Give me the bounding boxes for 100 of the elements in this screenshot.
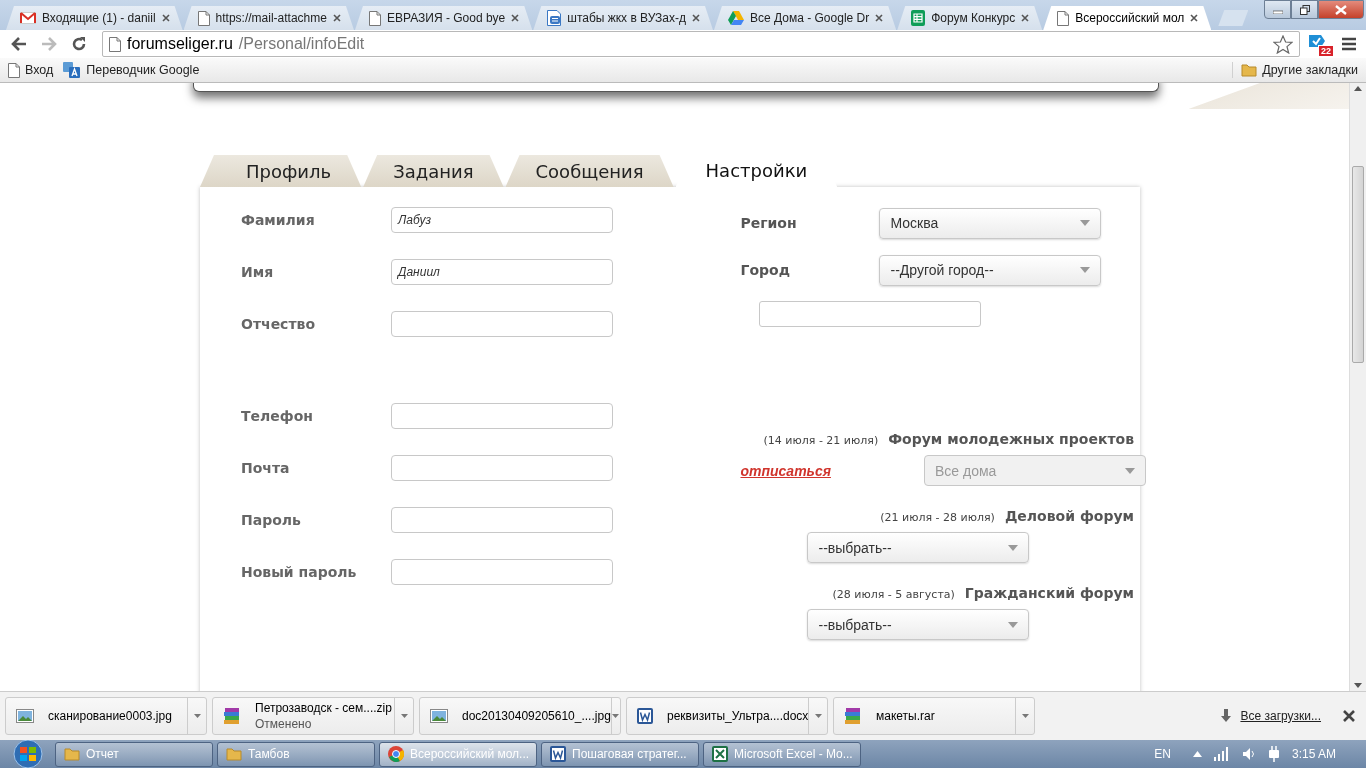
close-icon[interactable]: [511, 14, 520, 22]
download-item[interactable]: сканирование0003.jpg: [5, 697, 207, 735]
browser-tab[interactable]: Всероссийский мол: [1043, 6, 1212, 30]
input-field[interactable]: [391, 455, 613, 481]
count-badge: 22: [1318, 45, 1334, 57]
input-field[interactable]: Лабуз: [391, 207, 613, 233]
caret-icon: [1008, 621, 1019, 628]
browser-tab[interactable]: Входящие (1) - daniil: [6, 6, 183, 30]
field-label: Новый пароль: [241, 564, 358, 580]
close-icon[interactable]: [161, 14, 170, 22]
close-icon[interactable]: [1343, 710, 1355, 722]
bookmark-label: Вход: [25, 63, 54, 77]
browser-tab[interactable]: штабы жкх в ВУЗах-д: [533, 6, 713, 30]
up-arrow-icon[interactable]: [1192, 751, 1202, 757]
download-item[interactable]: макеты.rar: [833, 697, 1035, 735]
caret-icon[interactable]: [400, 714, 408, 718]
close-icon[interactable]: [875, 14, 884, 22]
all-downloads-link[interactable]: Все загрузки...: [1240, 709, 1321, 723]
address-bar[interactable]: forumseliger.ru /Personal/infoEdit: [102, 31, 1300, 57]
caret-icon[interactable]: [814, 714, 822, 718]
download-item[interactable]: реквизиты_Ультра....docx: [626, 697, 828, 735]
image-icon: [16, 708, 34, 724]
field-label: Имя: [241, 264, 275, 280]
select-field[interactable]: --выбрать--: [807, 609, 1030, 640]
image-icon: [430, 708, 448, 724]
field-label: Телефон: [241, 408, 314, 424]
word-icon: [637, 708, 653, 724]
close-icon[interactable]: [1021, 14, 1030, 22]
close-icon[interactable]: [1190, 14, 1199, 22]
bookmark[interactable]: Вход: [8, 62, 54, 78]
close-icon[interactable]: [332, 14, 341, 22]
browser-tab[interactable]: ЕВРАЗИЯ - Good bye: [354, 6, 533, 30]
spreadsheet-icon: [911, 10, 926, 26]
field-label: Фамилия: [241, 212, 316, 228]
close-icon[interactable]: [692, 14, 700, 22]
caret-icon: [1080, 220, 1091, 226]
chrome-icon: [388, 746, 404, 762]
input-field[interactable]: Даниил: [391, 259, 613, 285]
field-label: Почта: [241, 460, 291, 476]
speaker-icon[interactable]: [1241, 747, 1256, 761]
translate-icon: [63, 62, 82, 78]
mail-icon: [20, 12, 36, 24]
restore-button[interactable]: [1291, 0, 1318, 19]
caret-icon[interactable]: [193, 714, 201, 718]
select-field[interactable]: --Другой город--: [879, 254, 1102, 286]
field-label: Регион: [740, 215, 798, 231]
file-name: реквизиты_Ультра....docx: [667, 709, 809, 723]
select-field[interactable]: --выбрать--: [807, 532, 1030, 563]
download-arrow-icon: [1220, 709, 1233, 723]
reload-icon: [71, 36, 87, 52]
restore-icon: [1299, 4, 1310, 15]
file-name: макеты.rar: [876, 709, 935, 723]
up-arrow-icon[interactable]: [1354, 86, 1362, 91]
bookmark[interactable]: Переводчик Google: [63, 62, 200, 78]
scroll-thumb[interactable]: [1352, 166, 1364, 363]
browser-tab[interactable]: Все Дома - Google Dr: [714, 6, 897, 30]
close-window-button[interactable]: [1318, 0, 1364, 19]
forum-dates: (21 июля - 28 июля): [880, 511, 995, 524]
tab-title: Входящие (1) - daniil: [42, 11, 156, 25]
download-item[interactable]: Петрозаводск - сем....zip Отменено: [212, 697, 414, 735]
field-label: Отчество: [241, 316, 316, 332]
input-field[interactable]: [759, 301, 982, 327]
folder-icon: [1241, 62, 1258, 78]
select-field[interactable]: Москва: [879, 207, 1102, 239]
bookmarks-folder[interactable]: Другие закладки: [1232, 62, 1358, 78]
books-icon: [844, 707, 862, 725]
scrollbar[interactable]: [1349, 83, 1366, 691]
books-icon: [223, 707, 241, 725]
document-icon: [547, 10, 562, 26]
caret-icon[interactable]: [1021, 714, 1029, 718]
input-field[interactable]: [391, 403, 613, 429]
input-field[interactable]: [391, 311, 613, 337]
browser-tab[interactable]: Форум Конкурс: [897, 6, 1043, 30]
url-host: forumseliger.ru: [127, 35, 233, 53]
caret-icon[interactable]: [612, 714, 620, 718]
excel-icon: [712, 746, 728, 762]
signal-icon[interactable]: [1213, 747, 1230, 761]
power-plug-icon[interactable]: [1267, 746, 1280, 762]
down-arrow-icon[interactable]: [1354, 683, 1362, 688]
tab-title: Все Дома - Google Dr: [750, 11, 870, 25]
extension-button[interactable]: 22: [1308, 33, 1330, 55]
input-field[interactable]: [391, 559, 613, 585]
download-item[interactable]: doc20130409205610_....jpg: [419, 697, 621, 735]
url-path: /Personal/infoEdit: [238, 35, 365, 53]
browser-tab[interactable]: https://mail-attachme: [183, 6, 354, 30]
word-icon: [550, 746, 566, 762]
forum-title: Форум молодежных проектов: [888, 431, 1134, 447]
forward-arrow-icon: [41, 37, 57, 51]
page-tab[interactable]: Сообщения: [505, 155, 674, 187]
star-icon[interactable]: [1273, 34, 1293, 54]
triangle-icon: [728, 11, 744, 25]
bookmark-label: Переводчик Google: [86, 63, 200, 77]
input-field[interactable]: [391, 507, 613, 533]
caret-icon: [1125, 467, 1135, 474]
page-tab[interactable]: Задания: [363, 155, 504, 187]
caret-icon: [1008, 544, 1019, 551]
folder-label: Другие закладки: [1262, 63, 1358, 77]
folder-icon: [226, 746, 242, 762]
close-icon: [1335, 4, 1347, 15]
page-tab[interactable]: Профиль: [200, 155, 362, 187]
